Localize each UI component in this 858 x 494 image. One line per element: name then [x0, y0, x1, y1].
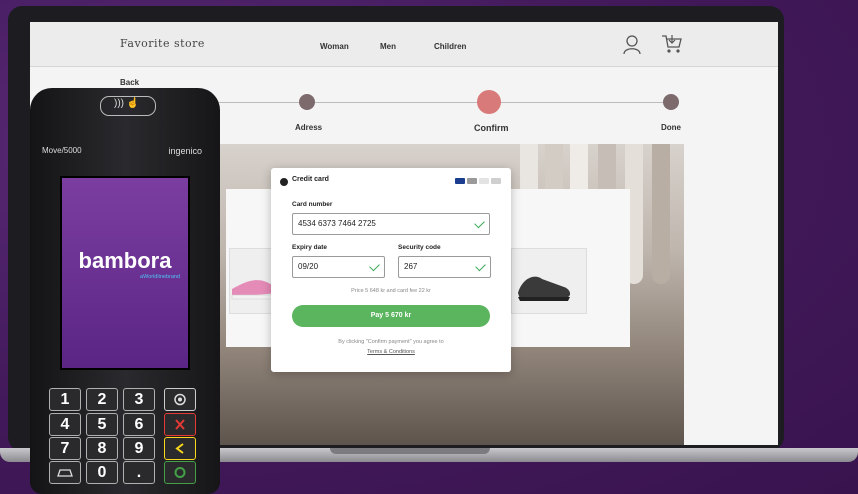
keypad-key-5[interactable]: 5: [86, 413, 118, 436]
back-arrow-icon: [175, 443, 184, 454]
nav-woman[interactable]: Woman: [320, 42, 349, 51]
paper-feed-key[interactable]: [49, 461, 81, 484]
security-code-field[interactable]: 267: [398, 256, 491, 278]
paper-icon: [57, 469, 73, 477]
keypad-key-dot[interactable]: .: [123, 461, 155, 484]
visa-icon: [455, 178, 465, 184]
user-icon[interactable]: [620, 32, 644, 56]
card-number-value: 4534 6373 7464 2725: [298, 219, 376, 228]
step-label-done: Done: [661, 123, 681, 132]
step-dot-done: [663, 94, 679, 110]
back-link[interactable]: Back: [120, 78, 139, 87]
security-code-label: Security code: [398, 244, 441, 251]
mastercard-icon: [467, 178, 477, 184]
card-number-label: Card number: [292, 201, 333, 208]
card-icon: [491, 178, 501, 184]
expiry-label: Expiry date: [292, 244, 328, 251]
hanger-garment: [652, 144, 670, 284]
cancel-key[interactable]: [164, 413, 196, 436]
step-dot-adress: [299, 94, 315, 110]
keypad-key-6[interactable]: 6: [123, 413, 155, 436]
keypad-key-7[interactable]: 7: [49, 437, 81, 460]
check-icon: [474, 217, 485, 229]
terminal-brand: ingenico: [168, 146, 202, 156]
shoe-image: [518, 276, 571, 301]
step-progress-line: [200, 102, 678, 103]
terminal-screen: bambora aWorldlinebrand: [60, 176, 190, 370]
confirm-key[interactable]: [164, 461, 196, 484]
step-dot-confirm: [477, 90, 501, 114]
card-brand-logos: [455, 178, 501, 184]
keypad-key-2[interactable]: 2: [86, 388, 118, 411]
terms-text: By clicking "Confirm payment" you agree …: [338, 339, 444, 345]
payment-method-title: Credit card: [292, 176, 329, 183]
store-logo[interactable]: Favorite store: [120, 37, 205, 50]
correction-key[interactable]: [164, 437, 196, 460]
check-icon: [475, 260, 486, 272]
expiry-field[interactable]: 09/20: [292, 256, 385, 278]
price-note: Price 5 648 kr and card fee 22 kr: [351, 288, 431, 294]
function-key[interactable]: [164, 388, 196, 411]
terminal-model: Move/5000: [42, 146, 82, 155]
keypad-key-3[interactable]: 3: [123, 388, 155, 411]
contactless-symbol: ))) ☝: [114, 98, 140, 109]
store-header: Favorite store Woman Men Children: [30, 22, 778, 67]
terms-link[interactable]: Terms & Conditions: [271, 349, 511, 355]
cancel-icon: [175, 419, 185, 430]
keypad-key-8[interactable]: 8: [86, 437, 118, 460]
card-number-field[interactable]: 4534 6373 7464 2725: [292, 213, 490, 235]
laptop-notch: [330, 448, 490, 454]
keypad-key-4[interactable]: 4: [49, 413, 81, 436]
nav-children[interactable]: Children: [434, 42, 466, 51]
confirm-icon: [174, 467, 186, 478]
product-card-shoe[interactable]: [511, 248, 587, 314]
worldline-tagline: aWorldlinebrand: [140, 274, 180, 280]
credit-card-radio[interactable]: [280, 178, 288, 186]
keypad-key-1[interactable]: 1: [49, 388, 81, 411]
step-label-confirm: Confirm: [474, 123, 509, 133]
step-label-adress: Adress: [295, 123, 323, 132]
payment-terminal: ))) ☝ Move/5000 ingenico bambora aWorldl…: [30, 88, 220, 494]
security-code-value: 267: [404, 262, 418, 271]
keypad-key-9[interactable]: 9: [123, 437, 155, 460]
expiry-value: 09/20: [298, 262, 319, 271]
keypad-key-0[interactable]: 0: [86, 461, 118, 484]
bambora-logo: bambora: [78, 248, 172, 273]
cart-icon[interactable]: [660, 32, 684, 56]
card-icon: [479, 178, 489, 184]
function-key-icon: [174, 393, 186, 406]
payment-modal: Credit card Card number 4534 6373 7464 2…: [271, 168, 511, 372]
pay-button[interactable]: Pay 5 670 kr: [292, 305, 490, 327]
check-icon: [369, 260, 380, 272]
nav-men[interactable]: Men: [380, 42, 396, 51]
